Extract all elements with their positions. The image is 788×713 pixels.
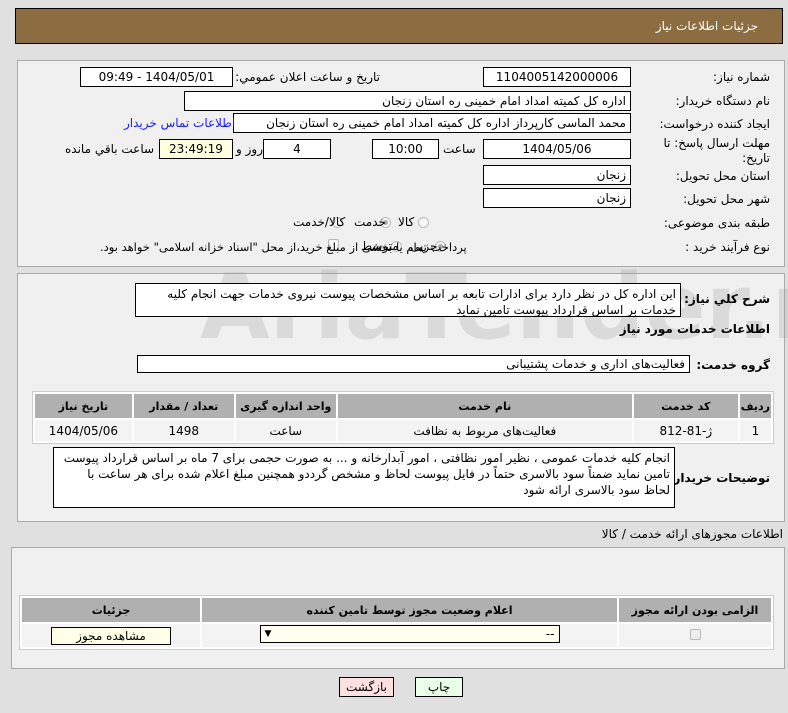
summary-textarea[interactable]: این اداره کل در نظر دارد برای ادارات تاب…: [135, 283, 681, 317]
buyer-field: اداره کل کمیته امداد امام خمینی ره استان…: [184, 91, 631, 111]
creator-label: ایجاد کننده درخواست:: [659, 117, 770, 131]
province-label: استان محل تحویل:: [675, 169, 770, 183]
time-label: ساعت: [443, 142, 476, 156]
treasury-payment-note: پرداخت تمام یا بخشی از مبلغ خرید،از محل …: [100, 240, 467, 254]
service-group-label: گروه خدمت:: [696, 358, 770, 372]
province-field: زنجان: [483, 165, 631, 185]
need-number-label: شماره نیاز:: [713, 70, 770, 84]
creator-field: محمد الماسی کارپرداز اداره کل کمیته امدا…: [233, 113, 631, 133]
col-code: کد خدمت: [633, 394, 738, 418]
cell-row: 1: [739, 420, 771, 441]
page-title: جزئیات اطلاعات نیاز: [655, 19, 758, 33]
services-title: اطلاعات خدمات مورد نیاز: [619, 322, 770, 336]
deadline-time-field: 10:00: [372, 139, 439, 159]
cell-unit: ساعت: [235, 420, 336, 441]
chevron-down-icon: ▼: [264, 629, 272, 639]
col-row: ردیف: [739, 394, 771, 418]
cell-code: ژ-81-812: [633, 420, 738, 441]
need-number-field: 1104005142000006: [483, 67, 631, 87]
col-name: نام خدمت: [337, 394, 632, 418]
col-permit-required: الزامی بودن ارائه مجوز: [619, 598, 771, 622]
days-field: 4: [263, 139, 331, 159]
permit-required-checkbox: [689, 628, 701, 640]
table-row: 1 ژ-81-812 فعالیت‌های مربوط به نظافت ساع…: [35, 420, 771, 441]
table-row: -- ▼ مشاهده مجوز: [22, 624, 771, 647]
category-option-service: خدمت: [354, 215, 386, 229]
buyer-label: نام دستگاه خریدار:: [675, 94, 771, 108]
summary-label: شرح کلي نیاز:: [684, 292, 770, 306]
buyer-notes-textarea[interactable]: انجام کلیه خدمات عمومی ، نظیر امور نظافت…: [53, 447, 675, 508]
cell-qty: 1498: [133, 420, 234, 441]
permits-title: اطلاعات مجوزهای ارائه خدمت / کالا: [601, 527, 783, 541]
remaining-time-field: 23:49:19: [159, 139, 233, 159]
city-label: شهر محل تحویل:: [683, 192, 770, 206]
services-table: ردیف کد خدمت نام خدمت واحد اندازه گیری ت…: [32, 391, 774, 444]
print-button[interactable]: چاپ: [415, 677, 463, 697]
category-radio-goods[interactable]: [418, 217, 429, 228]
permit-status-value: --: [545, 627, 555, 641]
cell-date: 1404/05/06: [35, 420, 132, 441]
buyer-notes-label: توضیحات خریدار:: [668, 471, 770, 485]
days-label: روز و: [236, 142, 263, 156]
permits-table: الزامی بودن ارائه مجوز اعلام وضعیت مجوز …: [19, 595, 774, 650]
deadline-label: مهلت ارسال پاسخ: تا تاریخ:: [663, 136, 770, 165]
buyer-contact-link[interactable]: اطلاعات تماس خریدار: [124, 116, 235, 130]
remaining-label: ساعت باقي مانده: [65, 142, 155, 156]
deadline-date-field: 1404/05/06: [483, 139, 631, 159]
announce-label: تاریخ و ساعت اعلان عمومي:: [235, 70, 380, 84]
view-permit-button[interactable]: مشاهده مجوز: [51, 626, 171, 645]
page-header: جزئیات اطلاعات نیاز: [15, 8, 783, 44]
col-date: تاریخ نیاز: [35, 394, 132, 418]
cell-name: فعالیت‌های مربوط به نظافت: [337, 420, 632, 441]
category-option-goods: کالا: [398, 215, 415, 229]
city-field: زنجان: [483, 188, 631, 208]
category-label: طبقه بندی موضوعی:: [663, 216, 770, 230]
announce-field: 1404/05/01 - 09:49: [80, 67, 233, 87]
permit-status-select[interactable]: -- ▼: [259, 625, 560, 643]
process-label: نوع فرآیند خرید :: [685, 240, 770, 254]
back-button[interactable]: بازگشت: [339, 677, 394, 697]
col-qty: تعداد / مقدار: [133, 394, 234, 418]
col-permit-status: اعلام وضعیت مجوز توسط تامین کننده: [202, 598, 617, 622]
col-unit: واحد اندازه گیری: [235, 394, 336, 418]
col-permit-details: جزئیات: [22, 598, 200, 622]
category-option-goods-service: کالا/خدمت: [293, 215, 346, 229]
service-group-field: فعالیت‌های اداری و خدمات پشتیبانی: [137, 355, 690, 373]
